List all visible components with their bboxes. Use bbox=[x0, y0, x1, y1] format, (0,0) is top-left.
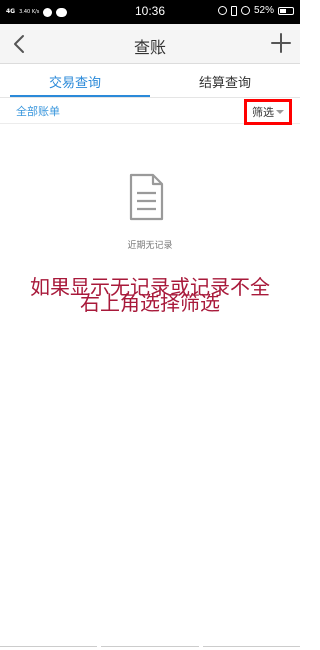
tab-settlement-query[interactable]: 结算查询 bbox=[150, 64, 300, 98]
battery-percent: 52% bbox=[253, 5, 274, 16]
chevron-left-icon[interactable] bbox=[8, 32, 32, 56]
tab-transaction-query[interactable]: 交易查询 bbox=[0, 64, 150, 98]
bottom-bar bbox=[0, 646, 300, 650]
filter-button[interactable]: 筛选 bbox=[244, 99, 292, 125]
filter-label: 筛选 bbox=[252, 106, 274, 119]
vibrate-icon bbox=[230, 5, 237, 16]
status-right: 52% bbox=[217, 5, 294, 16]
annotation-line-2: 右上角选择筛选 bbox=[80, 291, 220, 315]
page-title: 查账 bbox=[133, 38, 166, 57]
caret-down-icon bbox=[276, 110, 284, 114]
battery-icon bbox=[278, 6, 294, 15]
wifi-icon bbox=[240, 6, 250, 15]
alarm-icon bbox=[217, 6, 227, 15]
document-icon bbox=[129, 173, 164, 221]
all-bills-button[interactable]: 全部账单 bbox=[16, 103, 60, 119]
nav-bar: 查账 bbox=[0, 24, 300, 64]
plus-icon[interactable] bbox=[268, 30, 294, 56]
battery-fill bbox=[280, 8, 287, 13]
empty-state-text: 近期无记录 bbox=[127, 241, 173, 251]
bottom-segment bbox=[0, 646, 98, 650]
status-bar: 4G 3.40 K/s 10:36 52% bbox=[0, 0, 300, 24]
bottom-segment bbox=[202, 646, 300, 650]
bottom-segment bbox=[101, 646, 199, 650]
